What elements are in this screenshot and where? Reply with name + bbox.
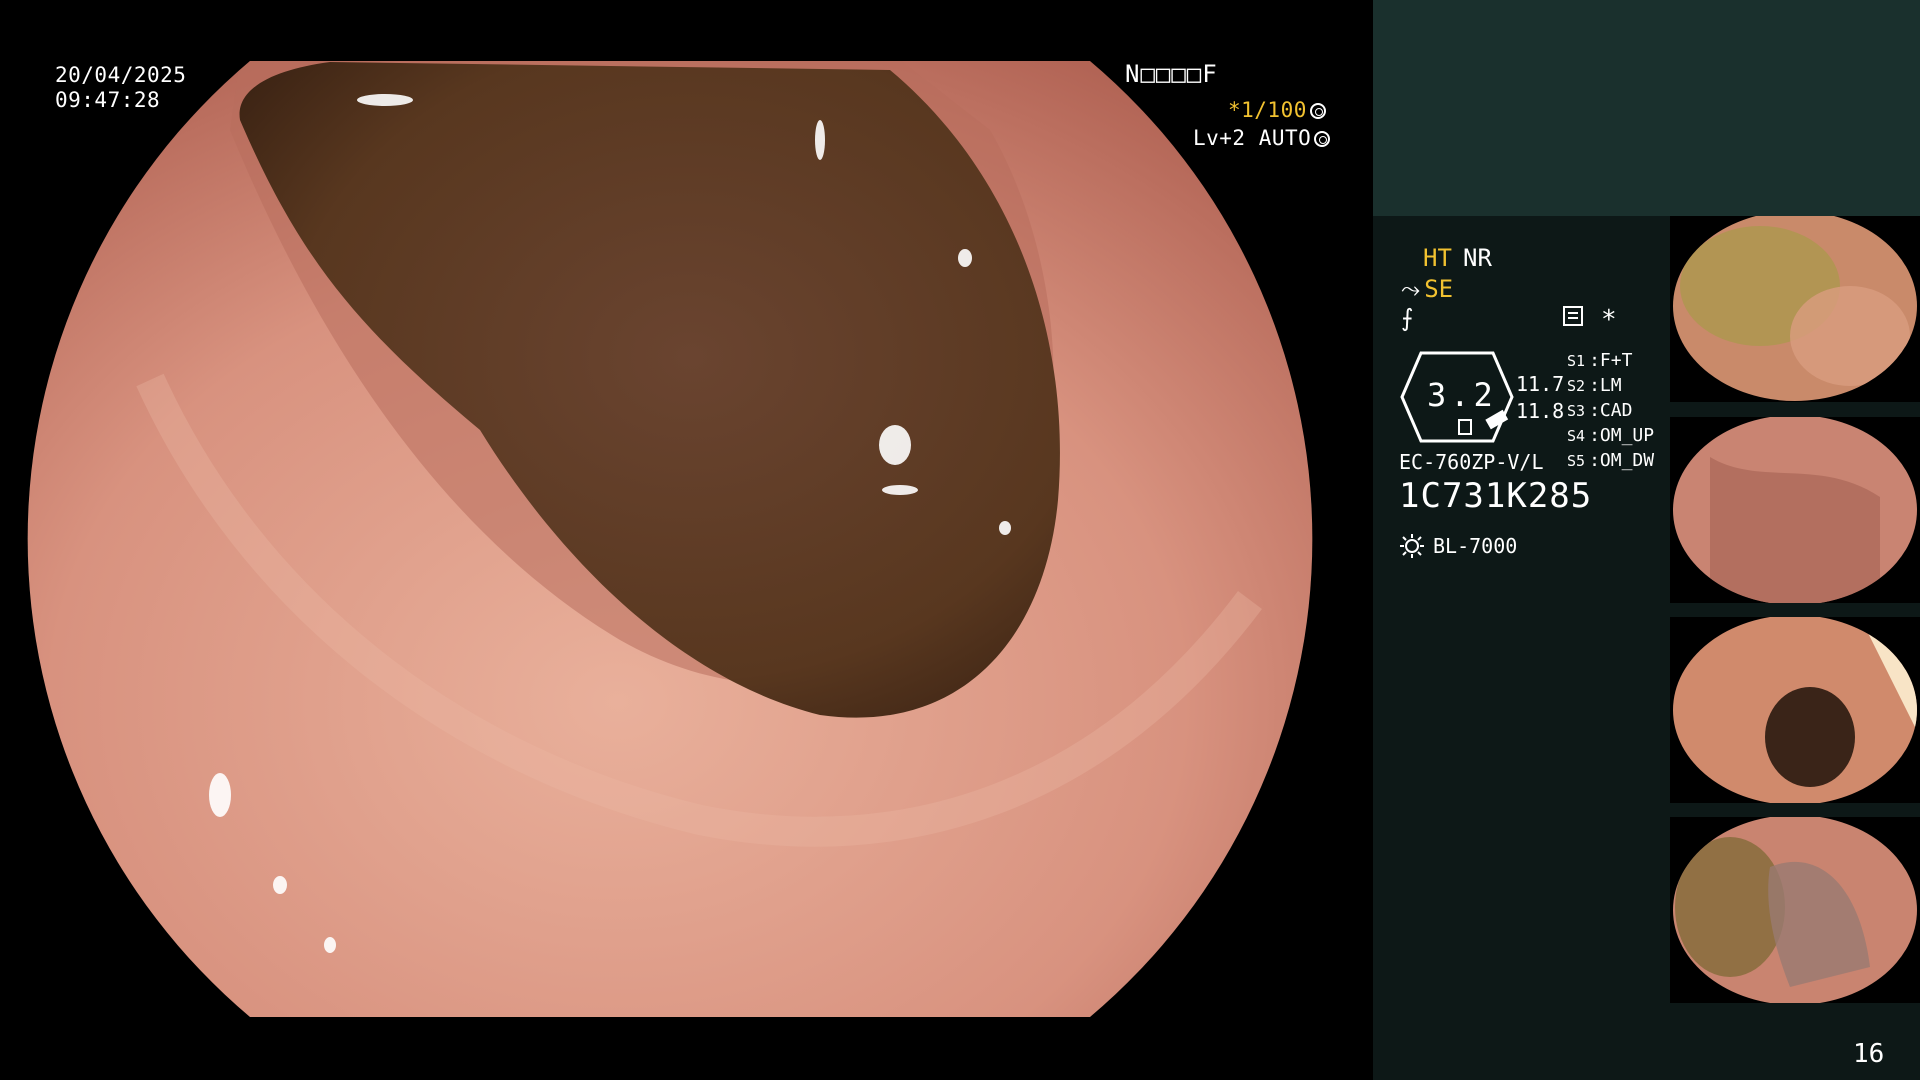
thumbnail-3[interactable] — [1670, 617, 1920, 803]
iris-icon — [1314, 131, 1331, 147]
shutter-indicator: *1/100 — [1228, 98, 1326, 123]
iris-mode-text: AUTO — [1258, 126, 1312, 150]
thumbnail-1-image — [1673, 216, 1917, 401]
endoscopic-image — [27, 61, 1313, 1017]
asterisk-icon: * — [1601, 305, 1617, 335]
status-code: N□□□□F — [1125, 60, 1218, 88]
thumbnail-4-image — [1673, 817, 1917, 1003]
brightness-level-indicator: Lv+2 AUTO — [1193, 126, 1331, 151]
value-a: 11.7 — [1516, 372, 1565, 396]
slot-s1: S1:F+T — [1567, 350, 1633, 371]
scope-serial-number: 1C731K285 — [1399, 476, 1593, 516]
thumbnail-3-image — [1673, 617, 1917, 803]
thumbnail-1[interactable] — [1670, 216, 1920, 402]
date-time-display: 20/04/2025 09:47:28 — [55, 63, 186, 113]
thumbnail-2[interactable] — [1670, 417, 1920, 603]
shutter-text: *1/100 — [1228, 98, 1307, 122]
light-source-row: BL-7000 — [1399, 532, 1517, 560]
slot-s5: S5:OM_DW — [1567, 450, 1655, 471]
shutter-icon — [1309, 103, 1326, 119]
image-settings-icon — [1563, 306, 1583, 326]
ht-mode-label: HT — [1423, 244, 1452, 272]
structure-enhancement-row: ⤳ SE — [1401, 275, 1453, 303]
nr-mode-label: NR — [1463, 244, 1492, 272]
value-b: 11.8 — [1516, 399, 1565, 423]
se-mode-label: SE — [1424, 275, 1454, 303]
time-text: 09:47:28 — [55, 88, 161, 112]
light-source-icon — [1400, 534, 1424, 558]
structure-icon: ⤳ — [1401, 275, 1421, 303]
slot-s3: S3:CAD — [1567, 400, 1633, 421]
light-source-text: BL-7000 — [1433, 534, 1518, 558]
endoscope-live-view: 20/04/2025 09:47:28 N□□□□F *1/100 Lv+2 A… — [0, 0, 1373, 1080]
panel-header-area — [1373, 0, 1920, 216]
slot-s2: S2:LM — [1567, 375, 1622, 396]
thumbnail-4[interactable] — [1670, 817, 1920, 1003]
date-text: 20/04/2025 — [55, 63, 187, 87]
scope-model: EC-760ZP-V/L — [1399, 450, 1544, 474]
enhancement-icon: ⨍ — [1401, 304, 1414, 332]
thumbnail-2-image — [1673, 417, 1917, 603]
page-number: 16 — [1853, 1039, 1885, 1069]
zoom-value: 3.2 — [1427, 376, 1497, 414]
level-text: Lv+2 — [1193, 126, 1246, 150]
slot-s4: S4:OM_UP — [1567, 425, 1655, 446]
